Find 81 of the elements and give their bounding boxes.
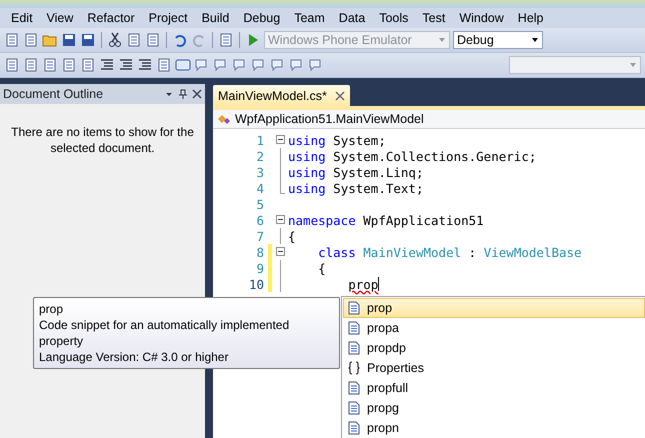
empty-message: There are no items to show for the selected document. <box>10 124 195 157</box>
menu-item[interactable]: View <box>40 9 80 27</box>
snippet-icon <box>347 401 361 415</box>
menu-item[interactable]: Project <box>142 9 195 27</box>
close-icon[interactable] <box>192 89 202 99</box>
code-text: System.Text; <box>333 180 424 196</box>
document-tab[interactable]: MainViewModel.cs* <box>213 85 350 106</box>
code-keyword: namespace <box>288 212 356 228</box>
braces-icon <box>347 361 361 375</box>
snippet-icon <box>347 301 361 315</box>
completion-item[interactable]: propg <box>343 398 645 418</box>
snippet-icon <box>347 381 361 395</box>
collapse-icon[interactable] <box>276 247 285 256</box>
rectangle-icon[interactable] <box>175 57 191 73</box>
text-cursor <box>378 277 380 291</box>
completion-item[interactable]: propa <box>343 318 645 338</box>
document-icon[interactable] <box>23 57 39 73</box>
close-icon[interactable] <box>334 90 345 100</box>
code-text: : <box>468 244 478 260</box>
completion-item[interactable]: propfull <box>343 378 645 398</box>
menu-item[interactable]: Refactor <box>80 9 142 27</box>
save-all-icon[interactable] <box>80 32 96 48</box>
completion-item[interactable]: propn <box>343 418 645 438</box>
collapse-icon[interactable] <box>276 215 285 224</box>
collapse-icon[interactable] <box>276 135 285 144</box>
code-text: System.Collections.Generic; <box>333 148 536 164</box>
menu-item[interactable]: Tools <box>372 9 416 27</box>
snippet-icon <box>347 341 361 355</box>
document-icon[interactable] <box>4 57 20 73</box>
caret-icon <box>629 61 637 69</box>
line-number: 6 <box>255 212 264 228</box>
code-keyword: using <box>288 148 326 164</box>
line-number: 4 <box>255 180 264 196</box>
code-text: { <box>318 260 326 276</box>
cut-icon[interactable] <box>107 32 123 48</box>
save-icon[interactable] <box>61 32 77 48</box>
menu-item[interactable]: Team <box>287 9 332 27</box>
navigation-bar[interactable]: WpfApplication51.MainViewModel <box>213 110 645 129</box>
line-number: 2 <box>255 148 264 164</box>
menu-item[interactable]: Debug <box>236 9 288 27</box>
menu-item[interactable]: Test <box>415 9 452 27</box>
code-keyword: using <box>288 164 326 180</box>
menu-item[interactable]: Edit <box>4 9 40 27</box>
code-keyword: class <box>318 244 356 260</box>
tooltip-text: prop <box>39 301 64 317</box>
line-number: 7 <box>255 228 264 244</box>
code-type: ViewModelBase <box>484 244 582 260</box>
line-number: 1 <box>255 132 264 148</box>
snippet-icon <box>347 321 361 335</box>
code-text: prop <box>348 276 378 292</box>
line-number: 3 <box>255 164 264 180</box>
snippet-icon <box>347 421 361 435</box>
line-number: 8 <box>255 244 264 260</box>
code-text: { <box>288 228 296 244</box>
code-keyword: using <box>288 132 326 148</box>
caret-icon <box>531 36 539 44</box>
document-icon[interactable] <box>80 57 96 73</box>
pin-icon[interactable] <box>178 89 188 99</box>
line-number: 5 <box>255 196 264 212</box>
code-text: WpfApplication51 <box>363 212 484 228</box>
code-text: System.Linq; <box>333 164 424 180</box>
tooltip-text: Code snippet for an automatically implemented property <box>39 317 290 349</box>
completion-item[interactable]: prop <box>343 298 645 318</box>
menu-item[interactable]: Data <box>332 9 372 27</box>
menu-item[interactable]: Help <box>510 9 551 27</box>
fold-guide <box>280 228 281 244</box>
completion-item[interactable]: Properties <box>343 358 645 378</box>
caret-icon <box>438 36 446 44</box>
line-number: 10 <box>248 276 264 292</box>
completion-item[interactable]: propdp <box>343 338 645 358</box>
code-type: MainViewModel <box>363 244 462 260</box>
menu-item[interactable]: Build <box>194 9 236 27</box>
dropdown-value: Windows Phone Emulator <box>268 33 412 47</box>
dropdown-value: Debug <box>457 33 494 47</box>
menu-item[interactable]: Window <box>452 9 511 27</box>
code-keyword: using <box>288 180 326 196</box>
configuration-dropdown[interactable]: Debug <box>453 31 543 49</box>
line-number: 9 <box>255 260 264 276</box>
code-text: System; <box>333 132 386 148</box>
panel-title: Document Outline <box>3 87 104 101</box>
tooltip-text: Language Version: C# 3.0 or higher <box>39 349 230 365</box>
